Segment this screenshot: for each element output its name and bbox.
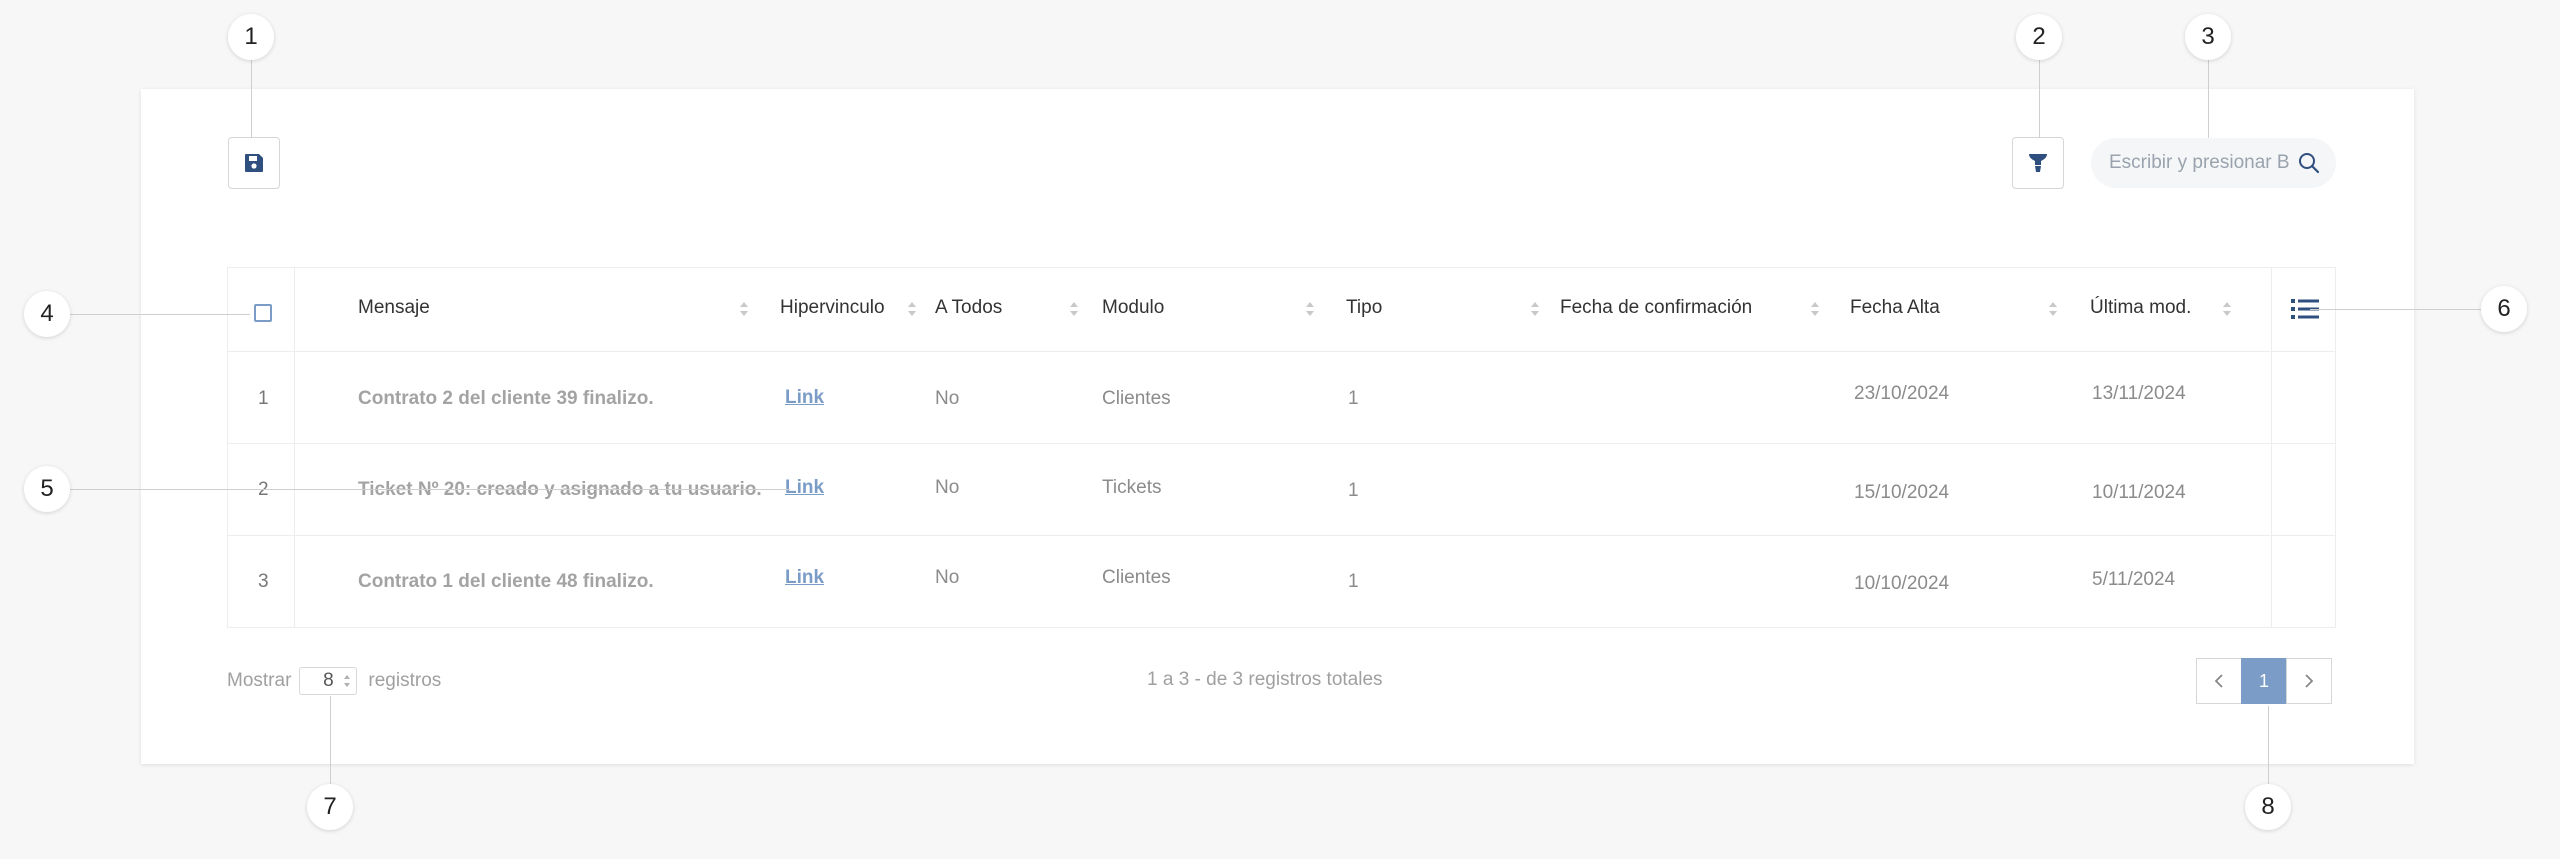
search-box bbox=[2091, 138, 2336, 188]
row-fecha-alta: 10/10/2024 bbox=[1854, 573, 1950, 594]
filter-button[interactable] bbox=[2012, 137, 2064, 189]
row-fecha-alta: 23/10/2024 bbox=[1854, 383, 1950, 404]
sort-icon[interactable] bbox=[2048, 300, 2058, 318]
spinner-icon bbox=[344, 675, 351, 687]
row-message: Ticket Nº 20: creado y asignado a tu usu… bbox=[358, 479, 762, 500]
prev-page-button[interactable] bbox=[2196, 658, 2242, 704]
sort-icon[interactable] bbox=[1810, 300, 1820, 318]
row-index: 3 bbox=[258, 571, 269, 592]
save-button[interactable] bbox=[228, 137, 280, 189]
row-a-todos: No bbox=[935, 567, 960, 588]
header-fecha-alta[interactable]: Fecha Alta bbox=[1850, 297, 1940, 319]
row-link[interactable]: Link bbox=[785, 567, 824, 589]
next-page-button[interactable] bbox=[2286, 658, 2332, 704]
page-size-control: Mostrar 8 registros bbox=[227, 667, 441, 695]
row-modulo: Tickets bbox=[1102, 477, 1162, 498]
row-ultima-mod: 5/11/2024 bbox=[2092, 569, 2176, 590]
sort-icon[interactable] bbox=[2222, 300, 2232, 318]
row-a-todos: No bbox=[935, 388, 960, 409]
row-ultima-mod: 10/11/2024 bbox=[2092, 482, 2186, 503]
table-row[interactable]: 2 Ticket Nº 20: creado y asignado a tu u… bbox=[228, 444, 2335, 536]
row-modulo: Clientes bbox=[1102, 567, 1171, 588]
search-icon[interactable] bbox=[2298, 152, 2320, 174]
chevron-right-icon bbox=[2305, 674, 2314, 688]
table-row[interactable]: 3 Contrato 1 del cliente 48 finalizo. Li… bbox=[228, 536, 2335, 628]
callout-marker: 7 bbox=[307, 784, 353, 830]
sort-icon[interactable] bbox=[739, 300, 749, 318]
header-modulo[interactable]: Modulo bbox=[1102, 297, 1164, 319]
callout-marker: 5 bbox=[24, 466, 70, 512]
records-summary: 1 a 3 - de 3 registros totales bbox=[1147, 669, 1383, 690]
page-size-value: 8 bbox=[323, 670, 334, 691]
callout-marker: 3 bbox=[2185, 14, 2231, 60]
table-header-row: Mensaje Hipervinculo A Todos Modulo Tipo… bbox=[228, 268, 2335, 352]
header-tipo[interactable]: Tipo bbox=[1346, 297, 1382, 319]
chevron-left-icon bbox=[2214, 674, 2223, 688]
main-panel: Mensaje Hipervinculo A Todos Modulo Tipo… bbox=[141, 89, 2414, 764]
row-tipo: 1 bbox=[1348, 571, 1359, 592]
callout-marker: 6 bbox=[2481, 286, 2527, 332]
sort-icon[interactable] bbox=[1305, 300, 1315, 318]
table-row[interactable]: 1 Contrato 2 del cliente 39 finalizo. Li… bbox=[228, 352, 2335, 444]
row-ultima-mod: 13/11/2024 bbox=[2092, 383, 2186, 404]
callout-marker: 4 bbox=[24, 291, 70, 337]
callout-marker: 1 bbox=[228, 14, 274, 60]
callout-marker: 8 bbox=[2245, 784, 2291, 830]
header-ultima-mod[interactable]: Última mod. bbox=[2090, 297, 2191, 319]
select-all-checkbox[interactable] bbox=[254, 304, 272, 322]
records-label: registros bbox=[368, 670, 442, 691]
header-mensaje[interactable]: Mensaje bbox=[358, 297, 430, 319]
sort-icon[interactable] bbox=[907, 300, 917, 318]
sort-icon[interactable] bbox=[1069, 300, 1079, 318]
row-link[interactable]: Link bbox=[785, 477, 824, 499]
row-message: Contrato 2 del cliente 39 finalizo. bbox=[358, 388, 654, 409]
pagination: 1 bbox=[2196, 658, 2332, 704]
page-button-1[interactable]: 1 bbox=[2241, 658, 2287, 704]
header-hipervinculo[interactable]: Hipervinculo bbox=[780, 297, 885, 319]
data-table: Mensaje Hipervinculo A Todos Modulo Tipo… bbox=[227, 267, 2336, 628]
header-a-todos[interactable]: A Todos bbox=[935, 297, 1002, 319]
row-index: 2 bbox=[258, 479, 269, 501]
row-link[interactable]: Link bbox=[785, 387, 824, 409]
sort-icon[interactable] bbox=[1530, 300, 1540, 318]
page-size-select[interactable]: 8 bbox=[299, 667, 358, 695]
search-input[interactable] bbox=[2107, 151, 2293, 175]
row-fecha-alta: 15/10/2024 bbox=[1854, 482, 1950, 503]
filter-icon bbox=[2029, 154, 2047, 172]
row-index: 1 bbox=[258, 388, 269, 409]
row-tipo: 1 bbox=[1348, 388, 1359, 409]
row-message: Contrato 1 del cliente 48 finalizo. bbox=[358, 571, 654, 592]
row-modulo: Clientes bbox=[1102, 388, 1171, 409]
save-icon bbox=[245, 154, 263, 172]
callout-marker: 2 bbox=[2016, 14, 2062, 60]
header-fecha-confirmacion[interactable]: Fecha de confirmación bbox=[1560, 297, 1752, 319]
row-tipo: 1 bbox=[1348, 480, 1359, 501]
row-a-todos: No bbox=[935, 477, 960, 498]
show-label: Mostrar bbox=[227, 670, 292, 691]
